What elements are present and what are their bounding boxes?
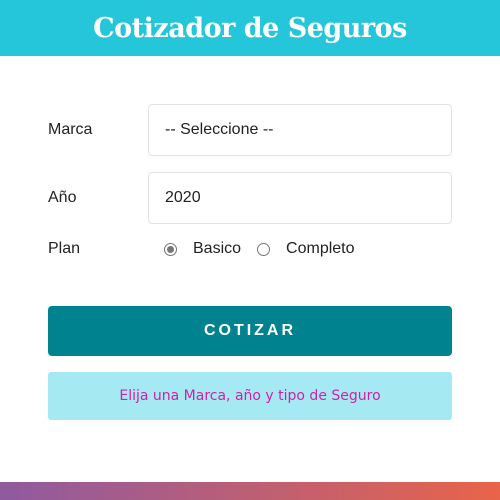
app-header: Cotizador de Seguros	[0, 0, 500, 56]
plan-radio-group: Basico Completo	[148, 240, 371, 258]
plan-label: Plan	[48, 240, 81, 257]
status-message: Elija una Marca, año y tipo de Seguro	[48, 372, 452, 420]
plan-completo-label[interactable]: Completo	[286, 240, 354, 258]
marca-row: Marca -- Seleccione --	[48, 104, 452, 156]
cotizar-button[interactable]: COTIZAR	[48, 306, 452, 356]
marca-select-value: -- Seleccione --	[165, 121, 274, 138]
plan-completo-radio[interactable]	[257, 242, 271, 256]
plan-row: Plan Basico Completo	[48, 238, 452, 260]
marca-label: Marca	[48, 121, 93, 138]
anio-field[interactable]	[148, 172, 452, 224]
page-title: Cotizador de Seguros	[93, 12, 407, 44]
anio-label: Año	[48, 189, 77, 206]
anio-input[interactable]	[165, 189, 451, 207]
status-message-text: Elija una Marca, año y tipo de Seguro	[119, 388, 381, 404]
marca-select[interactable]: -- Seleccione --	[148, 104, 452, 156]
plan-basico-radio[interactable]	[164, 242, 177, 256]
plan-basico-label[interactable]: Basico	[193, 240, 241, 258]
footer-gradient-bar	[0, 482, 500, 500]
anio-row: Año	[48, 172, 452, 224]
